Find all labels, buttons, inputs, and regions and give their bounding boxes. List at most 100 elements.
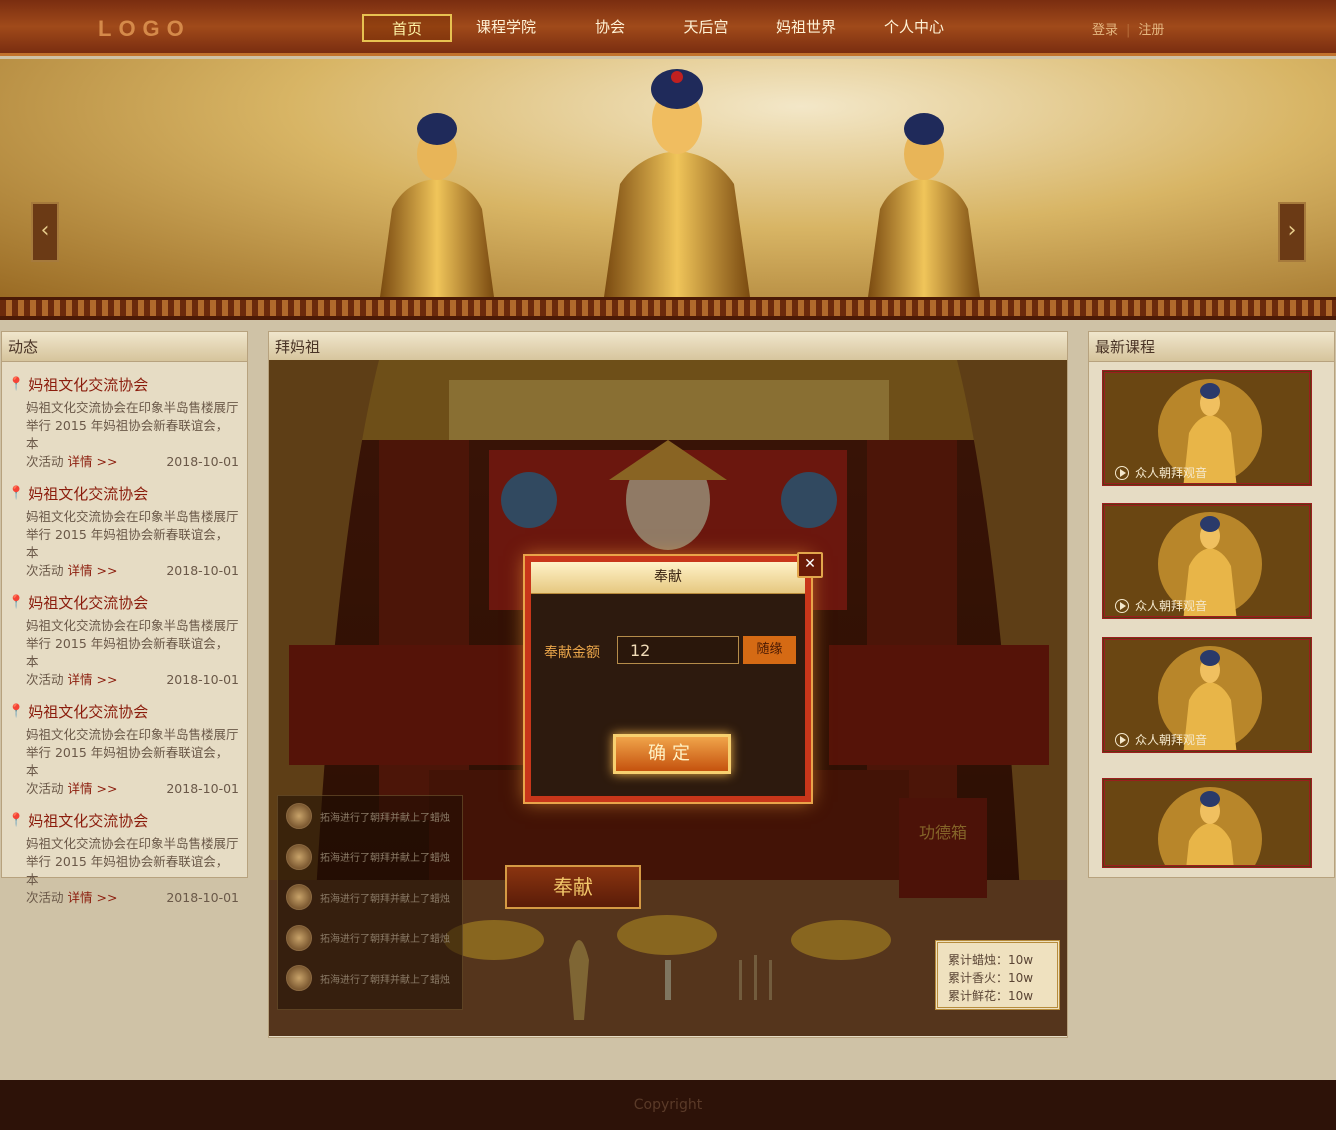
news-item: 📍 妈祖文化交流协会妈祖文化交流协会在印象半岛售楼展厅 举行 2015 年妈祖协会新… <box>2 362 247 471</box>
news-item-title-row[interactable]: 📍 妈祖文化交流协会 <box>8 701 239 722</box>
pin-icon: 📍 <box>8 595 25 610</box>
news-item-meta: 次活动 详情 >> 2018-10-01 <box>26 780 239 798</box>
footer: Copyright <box>0 1080 1336 1130</box>
news-item-details-link[interactable]: 详情 >> <box>68 781 118 796</box>
news-item-body: 妈祖文化交流协会在印象半岛售楼展厅举行 2015 年妈祖协会新春联谊会，本次活动… <box>8 835 239 907</box>
confirm-button[interactable]: 确定 <box>613 734 731 774</box>
auth-separator: | <box>1126 23 1131 38</box>
news-item-details-link[interactable]: 详情 >> <box>68 454 118 469</box>
worship-panel-title: 拜妈祖 <box>269 332 1067 362</box>
news-item-title[interactable]: 妈祖文化交流协会 <box>28 374 148 395</box>
log-text: 拓海进行了朝拜并献上了蜡烛 <box>320 934 450 946</box>
news-item-line1: 妈祖文化交流协会在印象半岛售楼展厅 <box>26 836 239 851</box>
news-item-details-link[interactable]: 详情 >> <box>68 890 118 905</box>
statue-right <box>868 113 980 297</box>
modal-title: 奉献 <box>531 562 805 594</box>
news-item-title-row[interactable]: 📍 妈祖文化交流协会 <box>8 483 239 504</box>
news-item-prefix: 次活动 <box>26 563 64 578</box>
register-link[interactable]: 注册 <box>1138 23 1164 38</box>
top-header: LOGO 首页 课程学院 协会 天后宫 妈祖世界 个人中心 登录 | 注册 <box>0 0 1336 56</box>
news-item: 📍 妈祖文化交流协会 妈祖文化交流协会在印象半岛售楼展厅 举行 2015 年妈祖协会新… <box>2 471 247 580</box>
news-item-line1: 妈祖文化交流协会在印象半岛售楼展厅 <box>26 727 239 742</box>
course-caption: 众人朝拜观音 <box>1115 597 1207 614</box>
news-list: 📍 妈祖文化交流协会 妈祖文化交流协会在印象半岛售楼展厅 举行 2015 年妈祖协会新… <box>2 362 247 907</box>
amount-input[interactable] <box>617 636 739 664</box>
offer-button[interactable]: 奉献 <box>505 865 641 909</box>
banner-prev-arrow[interactable]: ‹ <box>31 202 59 262</box>
modal-close-icon[interactable]: ✕ <box>797 552 823 578</box>
news-panel-title: 动态 <box>2 332 247 362</box>
nav-home[interactable]: 首页 <box>362 14 452 42</box>
pin-icon: 📍 <box>8 704 25 719</box>
course-card[interactable]: 众人朝拜观音 <box>1102 370 1312 486</box>
news-item-line2: 举行 2015 年妈祖协会新春联谊会，本 <box>26 636 229 669</box>
courses-panel-title: 最新课程 <box>1089 332 1334 362</box>
news-item-details-link[interactable]: 详情 >> <box>68 563 118 578</box>
news-item-title-row[interactable]: 📍 妈祖文化交流协会 <box>8 810 239 831</box>
nav-association[interactable]: 协会 <box>562 14 658 42</box>
auth-links: 登录 | 注册 <box>1092 19 1164 38</box>
log-text: 拓海进行了朝拜并献上了蜡烛 <box>320 853 450 865</box>
worship-log-list: 拓海进行了朝拜并献上了蜡烛 拓海进行了朝拜并献上了蜡烛 拓海进行了朝拜并献上了蜡烛拓… <box>278 796 462 999</box>
log-text: 拓海进行了朝拜并献上了蜡烛 <box>320 812 450 824</box>
statue-left <box>380 113 494 297</box>
news-item-title-row[interactable]: 📍 妈祖文化交流协会 <box>8 592 239 613</box>
avatar <box>286 803 312 830</box>
news-item-date: 2018-10-01 <box>166 781 239 796</box>
banner-next-arrow[interactable]: › <box>1278 202 1306 262</box>
news-item-line1: 妈祖文化交流协会在印象半岛售楼展厅 <box>26 618 239 633</box>
site-logo[interactable]: LOGO <box>98 16 191 42</box>
log-item: 拓海进行了朝拜并献上了蜡烛 <box>278 918 462 959</box>
news-item-meta: 次活动 详情 >> 2018-10-01 <box>26 889 239 907</box>
play-icon <box>1115 465 1129 480</box>
news-item-prefix: 次活动 <box>26 672 64 687</box>
avatar <box>286 884 312 911</box>
course-card[interactable] <box>1102 778 1312 868</box>
nav-personal-center[interactable]: 个人中心 <box>864 14 964 42</box>
news-item-date: 2018-10-01 <box>166 454 239 469</box>
avatar <box>286 843 312 870</box>
news-item-title-row[interactable]: 📍 妈祖文化交流协会 <box>8 374 239 395</box>
course-caption: 众人朝拜观音 <box>1115 731 1207 748</box>
news-item-line2: 举行 2015 年妈祖协会新春联谊会，本 <box>26 745 229 778</box>
avatar <box>286 924 312 951</box>
news-item-line2: 举行 2015 年妈祖协会新春联谊会，本 <box>26 527 229 560</box>
nav-tianhou-palace[interactable]: 天后宫 <box>658 14 754 42</box>
buddha-statues-image <box>380 69 980 297</box>
news-item-title[interactable]: 妈祖文化交流协会 <box>28 701 148 722</box>
nav-mazu-world[interactable]: 妈祖世界 <box>756 14 856 42</box>
course-card[interactable]: 众人朝拜观音 <box>1102 503 1312 619</box>
news-item-meta: 次活动 详情 >> 2018-10-01 <box>26 453 239 471</box>
news-item-body: 妈祖文化交流协会在印象半岛售楼展厅 举行 2015 年妈祖协会新春联谊会，本 次活动… <box>8 399 239 471</box>
course-card[interactable]: 众人朝拜观音 <box>1102 637 1312 753</box>
stat-incense: 累计香火：10w <box>948 971 1034 985</box>
login-link[interactable]: 登录 <box>1092 23 1118 38</box>
course-caption-text: 众人朝拜观音 <box>1135 466 1208 480</box>
news-panel: 动态 📍 妈祖文化交流协会 妈祖文化交流协会在印象半岛售楼展厅 举行 2015 年妈祖… <box>1 331 248 905</box>
news-item-prefix: 次活动 <box>26 890 64 905</box>
log-text: 拓海进行了朝拜并献上了蜡烛 <box>320 974 450 986</box>
course-thumbnail <box>1105 781 1309 865</box>
stat-candles: 累计蜡烛：10w <box>948 953 1034 967</box>
play-icon <box>1115 732 1129 747</box>
news-item-prefix: 次活动 <box>26 454 64 469</box>
news-item-meta: 次活动 详情 >> 2018-10-01 <box>26 671 239 689</box>
random-amount-button[interactable]: 随缘 <box>743 636 796 664</box>
news-item-title[interactable]: 妈祖文化交流协会 <box>28 592 148 613</box>
news-item-title[interactable]: 妈祖文化交流协会 <box>28 483 148 504</box>
log-text: 拓海进行了朝拜并献上了蜡烛 <box>320 893 450 905</box>
news-item-details-link[interactable]: 详情 >> <box>68 672 118 687</box>
course-caption: 众人朝拜观音 <box>1115 464 1207 481</box>
news-item-title[interactable]: 妈祖文化交流协会 <box>28 810 148 831</box>
news-item: 📍 妈祖文化交流协会妈祖文化交流协会在印象半岛售楼展厅举行 2015 年妈祖协会新… <box>2 689 247 798</box>
offering-modal: 奉献 ✕ 奉献金额 随缘 确定 <box>525 552 823 802</box>
statue-center <box>604 69 750 297</box>
news-item-body: 妈祖文化交流协会在印象半岛售楼展厅 举行 2015 年妈祖协会新春联谊会，本 次活动… <box>8 726 239 798</box>
news-item-meta: 次活动 详情 >> 2018-10-01 <box>26 562 239 580</box>
course-caption-text: 众人朝拜观音 <box>1135 599 1208 613</box>
news-item-line1: 妈祖文化交流协会在印象半岛售楼展厅 <box>26 400 239 415</box>
news-item-line2: 举行 2015 年妈祖协会新春联谊会，本 <box>26 854 229 887</box>
nav-courses[interactable]: 课程学院 <box>458 14 554 42</box>
worship-log-panel: 拓海进行了朝拜并献上了蜡烛 拓海进行了朝拜并献上了蜡烛 拓海进行了朝拜并献上了蜡烛拓… <box>277 795 463 1010</box>
pin-icon: 📍 <box>8 813 25 828</box>
